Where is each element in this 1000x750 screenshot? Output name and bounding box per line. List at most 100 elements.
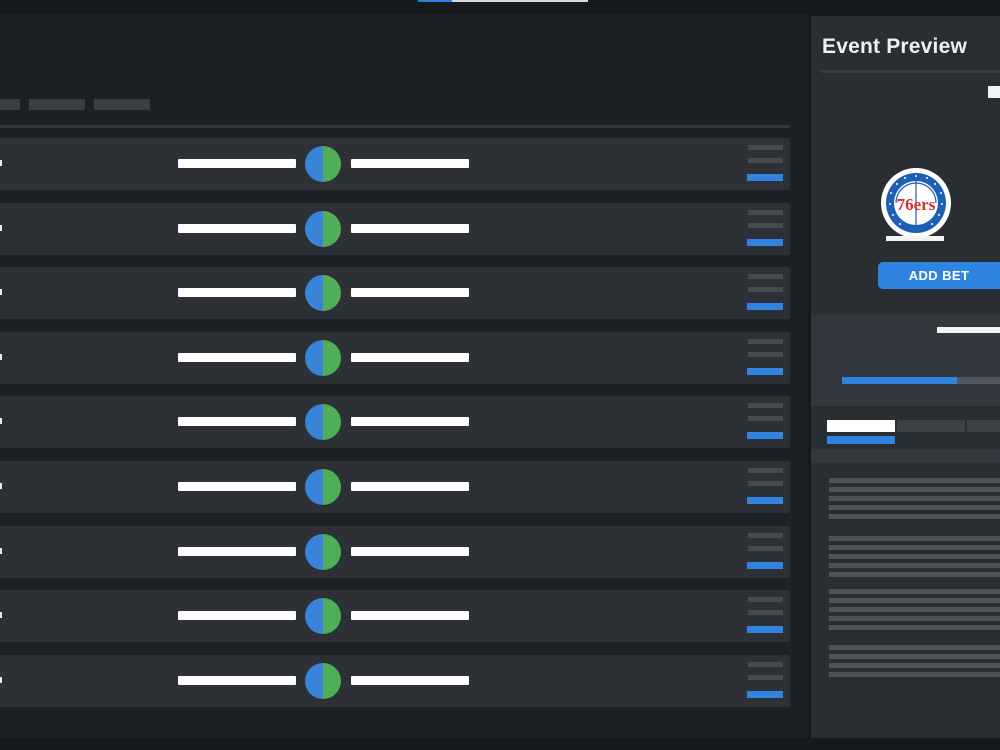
away-team-name <box>351 417 469 426</box>
section-separator <box>811 449 1000 463</box>
select-odds-button[interactable] <box>747 691 783 698</box>
description-paragraph-4 <box>829 645 1000 681</box>
title-divider <box>821 70 1000 73</box>
odds-line <box>748 546 783 551</box>
home-team-name <box>178 482 296 491</box>
odds-line <box>748 533 783 538</box>
odds-line <box>748 468 783 473</box>
odds-line <box>748 339 783 344</box>
home-away-split-circle-icon <box>305 469 341 505</box>
odds-line <box>748 610 783 615</box>
home-away-split-circle-icon <box>305 146 341 182</box>
select-odds-button[interactable] <box>747 562 783 569</box>
event-row[interactable] <box>0 526 790 578</box>
odds-line <box>748 287 783 292</box>
filter-tab-1[interactable] <box>0 99 20 110</box>
row-edge-marker <box>0 160 2 166</box>
event-row[interactable] <box>0 461 790 513</box>
description-paragraph-1 <box>829 478 1000 523</box>
event-row[interactable] <box>0 332 790 384</box>
select-odds-button[interactable] <box>747 174 783 181</box>
home-team-name <box>178 159 296 168</box>
description-paragraph-3 <box>829 589 1000 634</box>
odds-line <box>748 223 783 228</box>
row-edge-marker <box>0 225 2 231</box>
home-away-split-circle-icon <box>305 211 341 247</box>
home-away-split-circle-icon <box>305 404 341 440</box>
odds-line <box>748 145 783 150</box>
team-name-placeholder <box>886 236 944 241</box>
home-team-name <box>178 676 296 685</box>
row-edge-marker <box>0 483 2 489</box>
preview-title: Event Preview <box>822 35 968 58</box>
row-edge-marker <box>0 677 2 683</box>
preview-tab-3[interactable] <box>967 420 1000 432</box>
list-divider <box>0 125 790 128</box>
home-away-split-circle-icon <box>305 598 341 634</box>
away-team-name <box>351 353 469 362</box>
event-row[interactable] <box>0 138 790 190</box>
away-team-name <box>351 159 469 168</box>
odds-line <box>748 158 783 163</box>
select-odds-button[interactable] <box>747 626 783 633</box>
preview-corner-tag <box>988 86 1000 98</box>
event-row[interactable] <box>0 655 790 707</box>
event-row[interactable] <box>0 396 790 448</box>
row-edge-marker <box>0 418 2 424</box>
home-team-name <box>178 547 296 556</box>
away-team-name <box>351 547 469 556</box>
odds-progress-bar <box>842 377 1000 384</box>
events-panel <box>0 14 808 738</box>
home-away-split-circle-icon <box>305 663 341 699</box>
away-team-name <box>351 288 469 297</box>
home-team-name <box>178 288 296 297</box>
odds-line <box>748 481 783 486</box>
select-odds-button[interactable] <box>747 432 783 439</box>
add-bet-button[interactable]: ADD BET <box>878 262 1000 289</box>
odds-line <box>748 274 783 279</box>
select-odds-button[interactable] <box>747 239 783 246</box>
home-team-name <box>178 224 296 233</box>
home-team-name <box>178 353 296 362</box>
home-away-split-circle-icon <box>305 275 341 311</box>
odds-line <box>748 416 783 421</box>
select-odds-button[interactable] <box>747 303 783 310</box>
odds-line <box>748 662 783 667</box>
away-team-name <box>351 611 469 620</box>
select-odds-button[interactable] <box>747 497 783 504</box>
odds-line <box>748 210 783 215</box>
away-team-name <box>351 676 469 685</box>
top-tab-indicator <box>418 0 588 2</box>
odds-line <box>748 597 783 602</box>
event-row[interactable] <box>0 590 790 642</box>
away-team-name <box>351 224 469 233</box>
odds-line <box>748 403 783 408</box>
preview-tab-2[interactable] <box>897 420 965 432</box>
home-away-split-circle-icon <box>305 534 341 570</box>
top-tab-indicator-active <box>418 0 452 2</box>
odds-line <box>748 675 783 680</box>
select-odds-button[interactable] <box>747 368 783 375</box>
away-team-name <box>351 482 469 491</box>
preview-tab-1[interactable] <box>827 420 895 432</box>
row-edge-marker <box>0 354 2 360</box>
stat-value-placeholder <box>937 327 1000 333</box>
row-edge-marker <box>0 289 2 295</box>
svg-text:76ers: 76ers <box>897 195 936 214</box>
event-row[interactable] <box>0 267 790 319</box>
home-away-split-circle-icon <box>305 340 341 376</box>
home-team-name <box>178 611 296 620</box>
odds-progress-fill <box>842 377 958 384</box>
event-preview-panel: Event Preview 76ers ADD BET <box>811 16 1000 738</box>
home-team-name <box>178 417 296 426</box>
preview-tab-active-indicator <box>827 436 895 444</box>
odds-line <box>748 352 783 357</box>
filter-tab-2[interactable] <box>29 99 85 110</box>
event-row[interactable] <box>0 203 790 255</box>
row-edge-marker <box>0 548 2 554</box>
odds-stat-block <box>811 315 1000 406</box>
row-edge-marker <box>0 612 2 618</box>
philadelphia-76ers-logo-icon: 76ers <box>881 168 951 238</box>
filter-tab-3[interactable] <box>94 99 150 110</box>
description-paragraph-2 <box>829 536 1000 581</box>
